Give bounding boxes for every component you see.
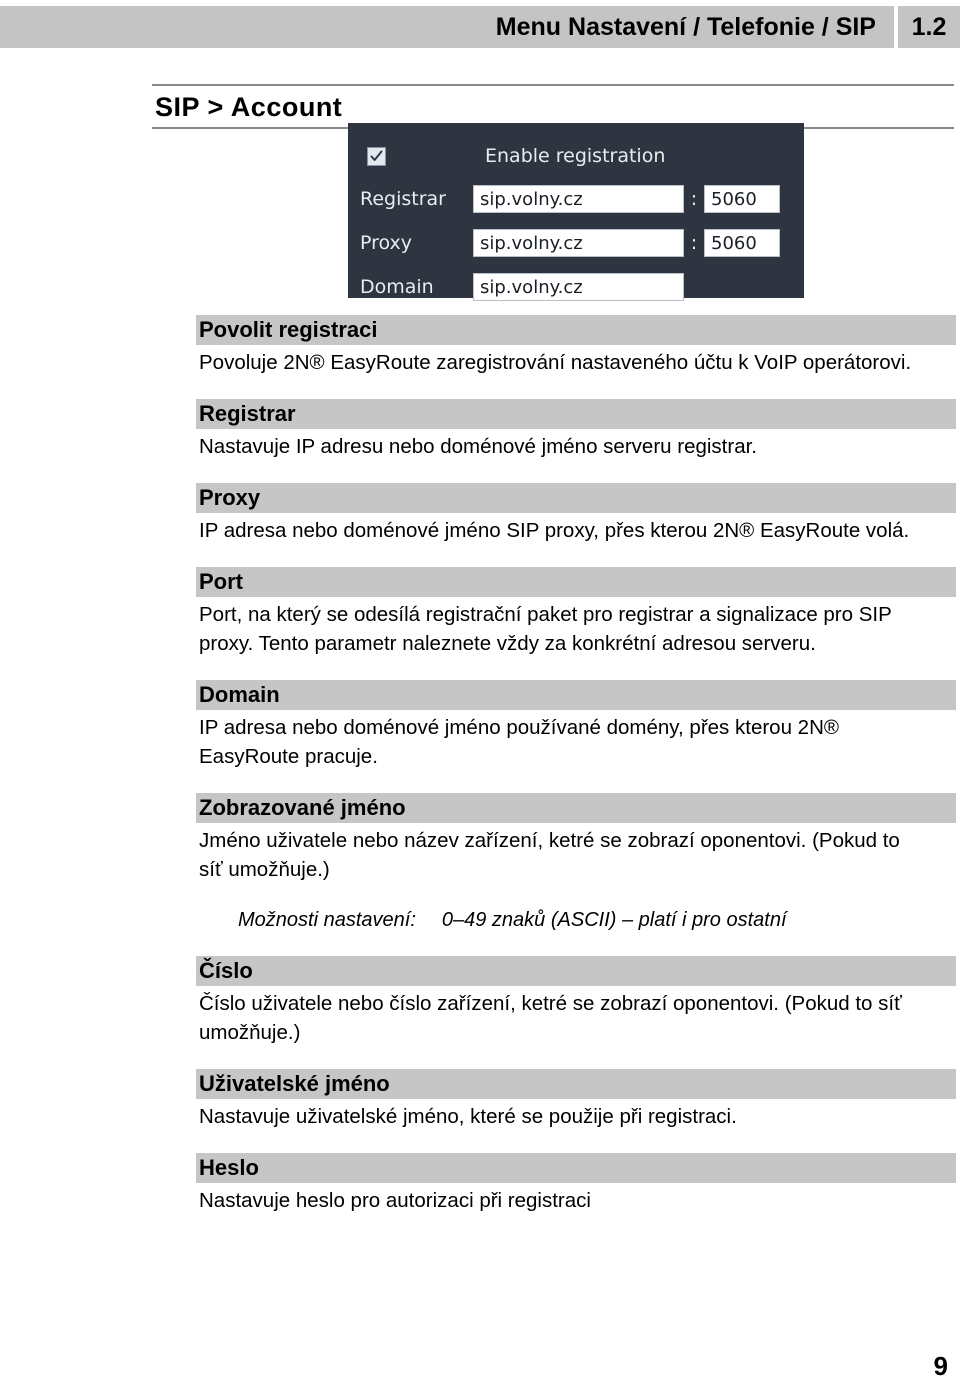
entry-option-label: Možnosti nastavení:	[238, 909, 416, 931]
entry-body: Nastavuje heslo pro autorizaci při regis…	[199, 1189, 591, 1212]
entry-option-line: Možnosti nastavení: 0–49 znaků (ASCII) – …	[196, 906, 956, 934]
sip-domain-label: Domain	[360, 276, 434, 298]
sip-proxy-separator: :	[690, 232, 698, 254]
entry-heading: Povolit registraci	[196, 315, 956, 345]
page-header: Menu Nastavení / Telefonie / SIP 1.2	[0, 6, 960, 48]
entry-body: Nastavuje IP adresu nebo doménové jméno …	[199, 435, 757, 458]
page-title: SIP > Account	[155, 92, 343, 122]
entry-body: IP adresa nebo doménové jméno SIP proxy,…	[199, 519, 910, 542]
header-version-band: 1.2	[898, 6, 960, 48]
entry-cislo: Číslo Číslo uživatele nebo číslo zařízen…	[196, 956, 956, 1047]
header-title-band: Menu Nastavení / Telefonie / SIP	[0, 6, 894, 48]
sip-registrar-label: Registrar	[360, 188, 446, 210]
entry-body: Povoluje 2N® EasyRoute zaregistrování na…	[199, 351, 912, 374]
header-version-number: 1.2	[911, 12, 947, 41]
entry-heading: Proxy	[196, 483, 956, 513]
parameter-description-list: Povolit registraci Povoluje 2N® EasyRout…	[196, 315, 956, 1237]
sip-proxy-port-input[interactable]: 5060	[704, 229, 780, 257]
entry-povolit-registraci: Povolit registraci Povoluje 2N® EasyRout…	[196, 315, 956, 377]
entry-body: Jméno uživatele nebo název zařízení, ket…	[199, 829, 900, 881]
sip-registrar-separator: :	[690, 188, 698, 210]
entry-registrar: Registrar Nastavuje IP adresu nebo domén…	[196, 399, 956, 461]
entry-body: Nastavuje uživatelské jméno, které se po…	[199, 1105, 737, 1128]
sip-domain-host-input[interactable]: sip.volny.cz	[473, 273, 684, 301]
entry-heading: Číslo	[196, 956, 956, 986]
entry-heading: Zobrazované jméno	[196, 793, 956, 823]
sip-registrar-host-input[interactable]: sip.volny.cz	[473, 185, 684, 213]
sip-registrar-row: Registrar sip.volny.cz : 5060	[348, 177, 804, 221]
entry-proxy: Proxy IP adresa nebo doménové jméno SIP …	[196, 483, 956, 545]
entry-zobrazovane-jmeno: Zobrazované jméno Jméno uživatele nebo n…	[196, 793, 956, 934]
entry-heading: Uživatelské jméno	[196, 1069, 956, 1099]
sip-registrar-port-input[interactable]: 5060	[704, 185, 780, 213]
header-breadcrumb-title: Menu Nastavení / Telefonie / SIP	[495, 12, 876, 41]
page-number: 9	[933, 1351, 948, 1381]
sip-proxy-label: Proxy	[360, 232, 413, 254]
entry-heading: Registrar	[196, 399, 956, 429]
sip-proxy-host-input[interactable]: sip.volny.cz	[473, 229, 684, 257]
entry-heading: Domain	[196, 680, 956, 710]
entry-body: Port, na který se odesílá registrační pa…	[199, 603, 892, 655]
sip-enable-registration-row: Enable registration	[348, 135, 804, 177]
entry-uzivatelske-jmeno: Uživatelské jméno Nastavuje uživatelské …	[196, 1069, 956, 1131]
entry-body: IP adresa nebo doménové jméno používané …	[199, 716, 839, 768]
sip-proxy-row: Proxy sip.volny.cz : 5060	[348, 221, 804, 265]
entry-heading: Heslo	[196, 1153, 956, 1183]
entry-heading: Port	[196, 567, 956, 597]
sip-account-dialog-screenshot: Enable registration Registrar sip.volny.…	[348, 123, 804, 301]
entry-body: Číslo uživatele nebo číslo zařízení, ket…	[199, 992, 902, 1044]
checkmark-icon	[370, 150, 383, 161]
enable-registration-checkbox[interactable]	[367, 146, 386, 166]
entry-port: Port Port, na který se odesílá registrač…	[196, 567, 956, 658]
entry-option-value: 0–49 znaků (ASCII) – platí i pro ostatní	[441, 909, 787, 931]
sip-domain-row: Domain sip.volny.cz	[348, 265, 804, 309]
enable-registration-label: Enable registration	[485, 145, 666, 167]
entry-heslo: Heslo Nastavuje heslo pro autorizaci při…	[196, 1153, 956, 1215]
entry-domain: Domain IP adresa nebo doménové jméno pou…	[196, 680, 956, 771]
